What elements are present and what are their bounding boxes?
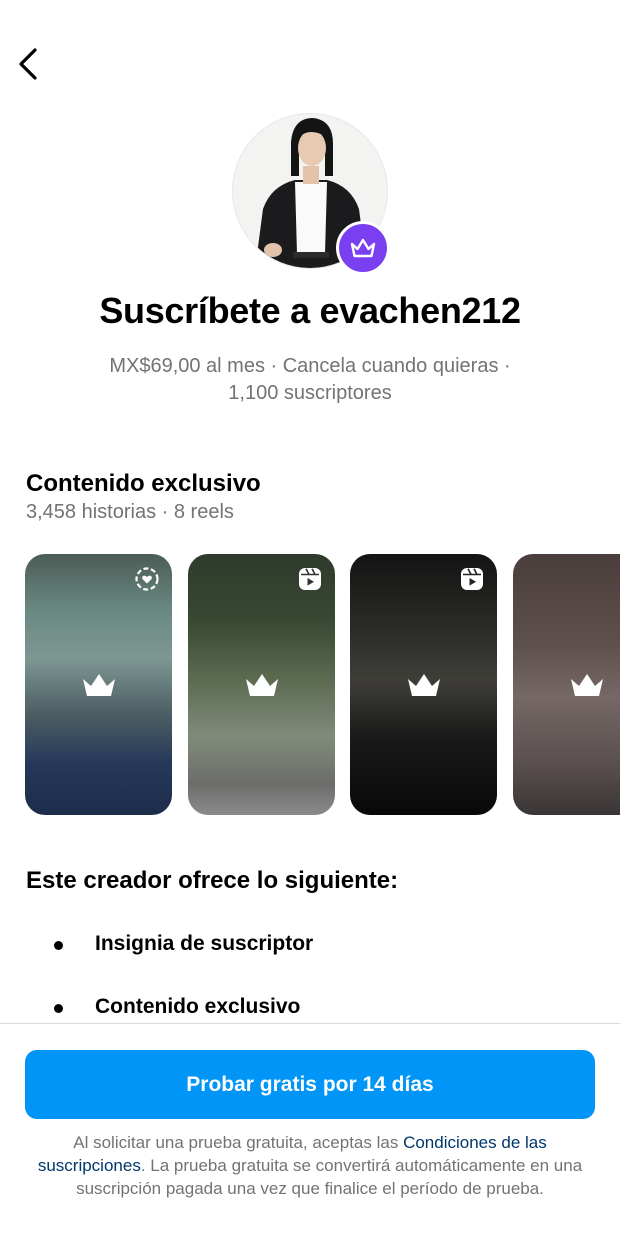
- back-button[interactable]: [8, 44, 48, 84]
- exclusive-content-carousel[interactable]: [0, 554, 620, 816]
- offers-title: Este creador ofrece lo siguiente:: [26, 867, 399, 894]
- subscriber-badge: [336, 221, 390, 275]
- crown-icon: [350, 238, 376, 258]
- legal-prefix: Al solicitar una prueba gratuita, acepta…: [73, 1133, 404, 1152]
- story-highlight-icon: [135, 567, 159, 591]
- legal-suffix: . La prueba gratuita se convertirá autom…: [76, 1156, 583, 1198]
- exclusive-thumbnail[interactable]: [25, 554, 172, 815]
- price-and-cancel: MX$69,00 al mes · Cancela cuando quieras…: [109, 355, 511, 377]
- offer-label: Contenido exclusivo: [95, 995, 301, 1018]
- reels-icon: [299, 568, 321, 590]
- exclusive-content-title: Contenido exclusivo: [26, 470, 261, 497]
- chevron-left-icon: [19, 48, 37, 80]
- crown-icon: [570, 673, 603, 696]
- reels-icon: [461, 568, 483, 590]
- crown-icon: [82, 673, 115, 696]
- bullet-icon: [54, 1004, 63, 1013]
- page-title: Suscríbete a evachen212: [99, 290, 521, 331]
- offer-label: Insignia de suscriptor: [95, 932, 314, 955]
- free-trial-button[interactable]: Probar gratis por 14 días: [25, 1050, 595, 1119]
- exclusive-thumbnail[interactable]: [350, 554, 497, 815]
- bullet-icon: [54, 941, 63, 950]
- footer-divider: [0, 1023, 620, 1024]
- crown-icon: [245, 673, 278, 696]
- legal-disclaimer: Al solicitar una prueba gratuita, acepta…: [22, 1131, 598, 1200]
- subscriber-count: 1,100 suscriptores: [228, 382, 392, 404]
- profile-avatar-container: [232, 113, 390, 275]
- exclusive-thumbnail[interactable]: [513, 554, 620, 815]
- subscription-summary: MX$69,00 al mes · Cancela cuando quieras…: [60, 353, 560, 407]
- crown-icon: [407, 673, 440, 696]
- exclusive-content-count: 3,458 historias · 8 reels: [26, 501, 234, 523]
- exclusive-thumbnail[interactable]: [188, 554, 335, 815]
